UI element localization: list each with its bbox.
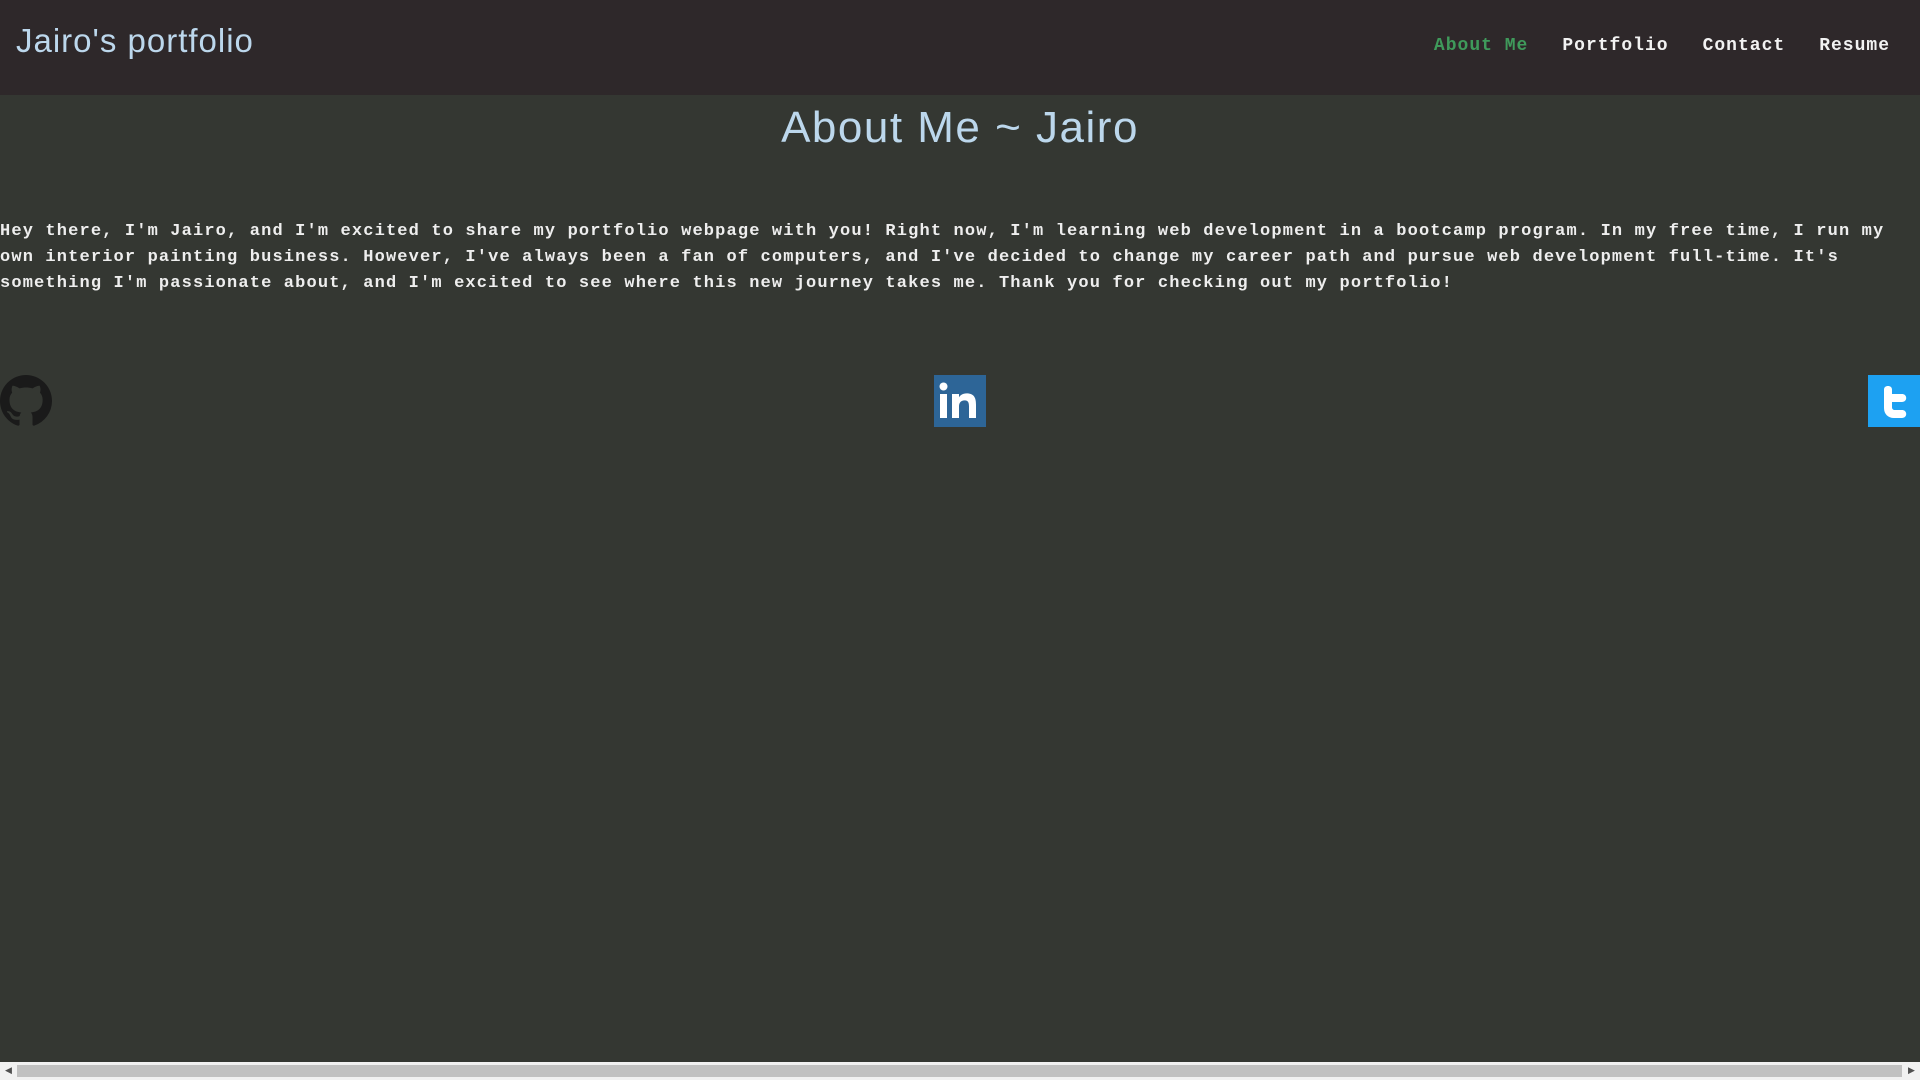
nav-portfolio[interactable]: Portfolio — [1562, 33, 1668, 59]
site-header: Jairo's portfolio About Me Portfolio Con… — [0, 0, 1920, 95]
scroll-right-icon[interactable]: ▶ — [1903, 1062, 1920, 1080]
nav-contact[interactable]: Contact — [1703, 33, 1786, 59]
site-title[interactable]: Jairo's portfolio — [16, 19, 254, 63]
github-icon — [0, 375, 52, 426]
bio-paragraph: Hey there, I'm Jairo, and I'm excited to… — [0, 222, 1885, 293]
page-heading: About Me ~ Jairo — [781, 103, 1139, 152]
linkedin-icon — [934, 375, 986, 427]
nav-about-me[interactable]: About Me — [1434, 33, 1528, 59]
twitter-link[interactable] — [1868, 375, 1920, 427]
nav-resume[interactable]: Resume — [1819, 33, 1890, 59]
github-link[interactable] — [0, 375, 52, 427]
scroll-left-icon[interactable]: ◀ — [0, 1062, 17, 1080]
linkedin-link[interactable] — [934, 375, 986, 427]
twitter-icon — [1868, 375, 1920, 427]
horizontal-scrollbar[interactable]: ◀ ▶ — [0, 1062, 1920, 1080]
main-nav: About Me Portfolio Contact Resume — [1434, 33, 1890, 59]
scrollbar-thumb[interactable] — [17, 1065, 1902, 1077]
